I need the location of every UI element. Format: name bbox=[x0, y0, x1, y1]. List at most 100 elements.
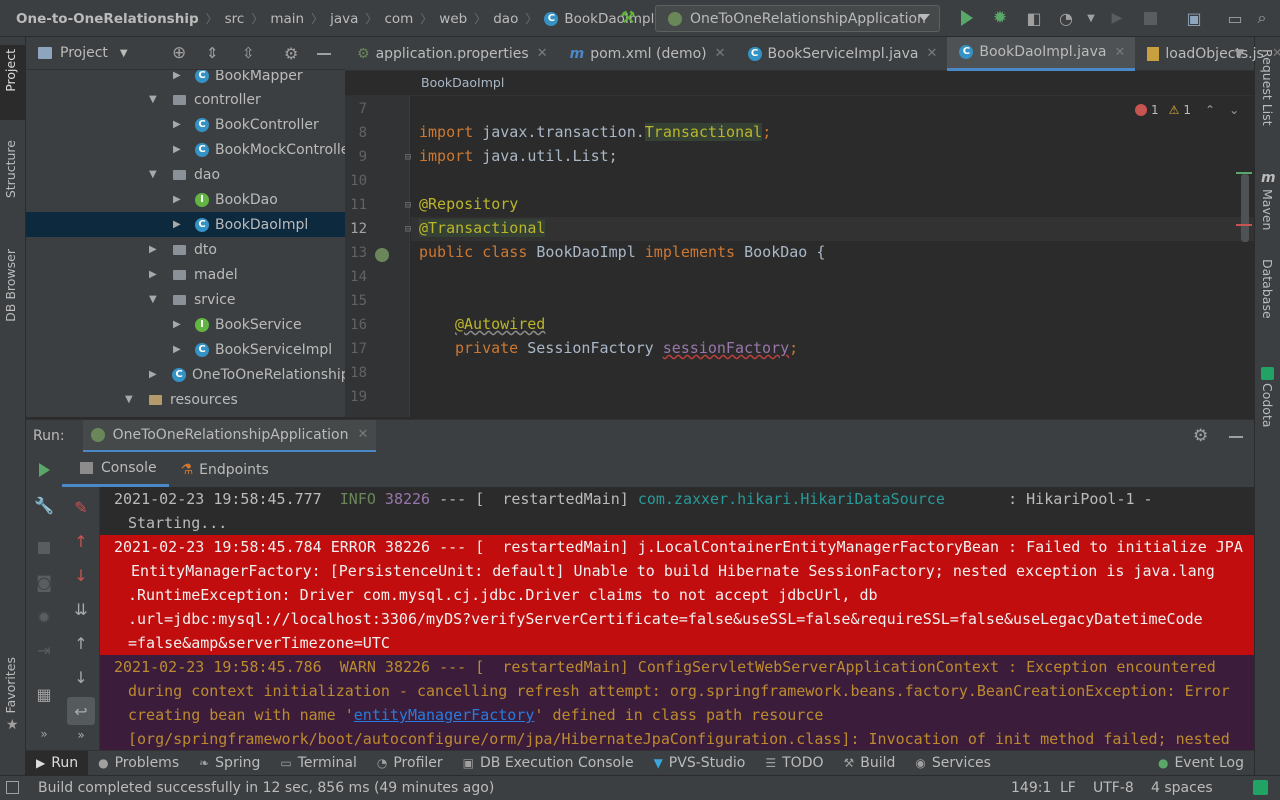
minimize-icon[interactable] bbox=[1229, 436, 1243, 438]
gear-icon[interactable]: ⚙ bbox=[284, 44, 298, 63]
collapse-all-icon[interactable]: ⇳ bbox=[242, 44, 255, 62]
rerun-icon[interactable] bbox=[34, 460, 54, 480]
gear-icon[interactable]: ⚙ bbox=[1193, 426, 1208, 446]
more-icon[interactable]: » bbox=[34, 724, 54, 744]
tab-bookserviceimpl[interactable]: C BookServiceImpl.java ✕ bbox=[736, 37, 948, 71]
breadcrumb-project[interactable]: One-to-OneRelationship bbox=[16, 11, 199, 27]
expand-all-icon[interactable]: ⇕ bbox=[206, 44, 219, 62]
arrow-down-red-icon[interactable]: ↓ bbox=[71, 565, 91, 585]
layout-icon[interactable]: ▦ bbox=[34, 684, 54, 704]
close-icon[interactable]: ✕ bbox=[1272, 46, 1280, 61]
wrench-icon[interactable]: 🔧 bbox=[34, 495, 54, 515]
breadcrumb-com[interactable]: com bbox=[384, 11, 413, 27]
project-structure-icon[interactable]: ▣ bbox=[1185, 9, 1203, 28]
close-icon[interactable]: ✕ bbox=[357, 427, 368, 442]
coverage-icon[interactable]: ◧ bbox=[1025, 9, 1043, 28]
tool-tab-database[interactable]: Database bbox=[1260, 259, 1275, 319]
arrow-up-red-icon[interactable]: ↑ bbox=[71, 531, 91, 551]
build-hammer-icon[interactable]: ⚒ bbox=[619, 8, 637, 28]
run-app-tab[interactable]: OneToOneRelationshipApplication ✕ bbox=[82, 419, 377, 453]
tool-tab-pvs-studio[interactable]: ▼ PVS-Studio bbox=[644, 751, 756, 776]
indent-setting[interactable]: 4 spaces bbox=[1151, 780, 1213, 796]
tool-tab-profiler[interactable]: ◔ Profiler bbox=[367, 751, 453, 776]
file-encoding[interactable]: UTF-8 bbox=[1093, 780, 1134, 796]
breadcrumb-web[interactable]: web bbox=[439, 11, 467, 27]
editor-scrollbar[interactable] bbox=[1241, 174, 1249, 242]
tree-item[interactable]: ▶ C OneToOneRelationship bbox=[26, 362, 345, 387]
tab-application-properties[interactable]: ⚙ application.properties ✕ bbox=[345, 37, 558, 71]
chevron-up-icon[interactable]: ⌃ bbox=[1205, 103, 1215, 117]
chevron-down-icon[interactable]: ▼ bbox=[1082, 9, 1100, 27]
tree-item[interactable]: ▼ dao bbox=[26, 162, 345, 187]
panel-toggle-icon[interactable] bbox=[6, 781, 19, 794]
tool-tab-structure[interactable]: Structure bbox=[3, 140, 18, 198]
minimize-icon[interactable] bbox=[317, 53, 331, 55]
tool-tab-project[interactable]: Project bbox=[3, 49, 18, 92]
breadcrumb-java[interactable]: java bbox=[330, 11, 358, 27]
run-icon[interactable] bbox=[958, 9, 976, 27]
entity-manager-link[interactable]: entityManagerFactory bbox=[354, 706, 535, 724]
close-icon[interactable]: ✕ bbox=[1114, 45, 1125, 60]
line-separator[interactable]: LF bbox=[1060, 780, 1076, 796]
search-icon[interactable]: ⌕ bbox=[1253, 8, 1271, 27]
breadcrumb-file[interactable]: BookDaoImpl bbox=[564, 11, 654, 27]
code-editor[interactable]: 7 8 9 10 11 12 13 14 15 16 17 18 19 ⊟ ⊟ … bbox=[345, 96, 1254, 417]
caret-position[interactable]: 149:1 bbox=[1011, 780, 1051, 796]
tree-item[interactable]: ▶ C BookController bbox=[26, 112, 345, 137]
tool-tab-run[interactable]: ▶ Run bbox=[26, 750, 89, 776]
tool-tab-favorites[interactable]: Favorites bbox=[3, 657, 18, 713]
tab-loadobjects-js[interactable]: loadObjects.js ✕ bbox=[1135, 37, 1280, 71]
spring-bean-gutter-icon[interactable] bbox=[375, 248, 389, 262]
tool-tab-event-log[interactable]: ● Event Log bbox=[1148, 751, 1254, 776]
close-icon[interactable]: ✕ bbox=[715, 46, 726, 61]
run-configuration-selector[interactable]: OneToOneRelationshipApplication bbox=[655, 5, 940, 32]
tool-tab-db-execution-console[interactable]: ▣ DB Execution Console bbox=[453, 751, 644, 776]
tool-tab-build[interactable]: ⚒ Build bbox=[834, 751, 906, 776]
locate-icon[interactable]: ⊕ bbox=[172, 43, 186, 63]
tree-item[interactable]: ▼ srvice bbox=[26, 287, 345, 312]
tree-item-selected[interactable]: ▶ C BookDaoImpl bbox=[26, 212, 345, 237]
debug-icon[interactable]: ✹ bbox=[991, 8, 1009, 28]
arrow-up-icon[interactable]: ↑ bbox=[71, 633, 91, 653]
tool-tab-codota[interactable]: Codota bbox=[1260, 383, 1275, 428]
fold-icon[interactable]: ⊟ bbox=[405, 152, 411, 163]
sort-icon[interactable]: ⇊ bbox=[71, 599, 91, 619]
tree-item[interactable]: ▶ I BookDao bbox=[26, 187, 345, 212]
editor-breadcrumb[interactable]: BookDaoImpl bbox=[345, 71, 1254, 96]
tab-pom-xml[interactable]: m pom.xml (demo) ✕ bbox=[558, 37, 736, 71]
tree-item[interactable]: ▶ C BookServiceImpl bbox=[26, 337, 345, 362]
tool-tab-terminal[interactable]: ▭ Terminal bbox=[270, 751, 367, 776]
tab-bookdaoimpl[interactable]: C BookDaoImpl.java ✕ bbox=[947, 36, 1136, 71]
tab-endpoints[interactable]: ⚗ Endpoints bbox=[169, 452, 281, 487]
tree-item[interactable]: ▼ controller bbox=[26, 87, 345, 112]
tree-item[interactable]: ▶ madel bbox=[26, 262, 345, 287]
tree-item[interactable]: ▶ C BookMapper bbox=[26, 70, 345, 88]
tree-item[interactable]: ▶ I BookService bbox=[26, 312, 345, 337]
tool-tab-spring[interactable]: ❧ Spring bbox=[189, 751, 270, 776]
tool-tab-db-browser[interactable]: DB Browser bbox=[3, 249, 18, 322]
project-view-selector[interactable]: Project bbox=[60, 45, 108, 61]
breadcrumb-src[interactable]: src bbox=[225, 11, 245, 27]
close-icon[interactable]: ✕ bbox=[926, 46, 937, 61]
tree-item[interactable]: ▶ C BookMockControlle bbox=[26, 137, 345, 162]
clear-icon[interactable]: ✎ bbox=[71, 497, 91, 517]
breadcrumb-main[interactable]: main bbox=[270, 11, 304, 27]
tool-tab-maven[interactable]: Maven bbox=[1260, 189, 1275, 230]
chevron-down-icon[interactable]: ▼ bbox=[120, 48, 128, 59]
profile-icon[interactable]: ◔ bbox=[1057, 9, 1075, 28]
inspection-widget[interactable]: 1 ⚠ 1 ⌃ ⌄ bbox=[1135, 103, 1239, 117]
tree-item[interactable]: ▶ dto bbox=[26, 237, 345, 262]
tool-tab-services[interactable]: ◉ Services bbox=[905, 751, 1001, 776]
breadcrumb-dao[interactable]: dao bbox=[493, 11, 518, 27]
close-icon[interactable]: ✕ bbox=[537, 46, 548, 61]
fold-icon[interactable]: ⊟ bbox=[405, 200, 411, 211]
chevron-down-icon[interactable]: ⌄ bbox=[1229, 103, 1239, 117]
toolbar-window-icon[interactable]: ▭ bbox=[1226, 9, 1244, 28]
more-icon[interactable]: » bbox=[71, 725, 91, 745]
codota-status-icon[interactable] bbox=[1253, 780, 1268, 795]
status-message[interactable]: Build completed successfully in 12 sec, … bbox=[38, 780, 494, 796]
arrow-down-icon[interactable]: ↓ bbox=[71, 667, 91, 687]
console-output[interactable]: 2021-02-23 19:58:45.777 INFO 38226 --- [… bbox=[100, 487, 1254, 750]
chevron-down-icon[interactable]: ▼ bbox=[1235, 46, 1244, 60]
tree-item[interactable]: ▼ resources bbox=[26, 387, 345, 412]
